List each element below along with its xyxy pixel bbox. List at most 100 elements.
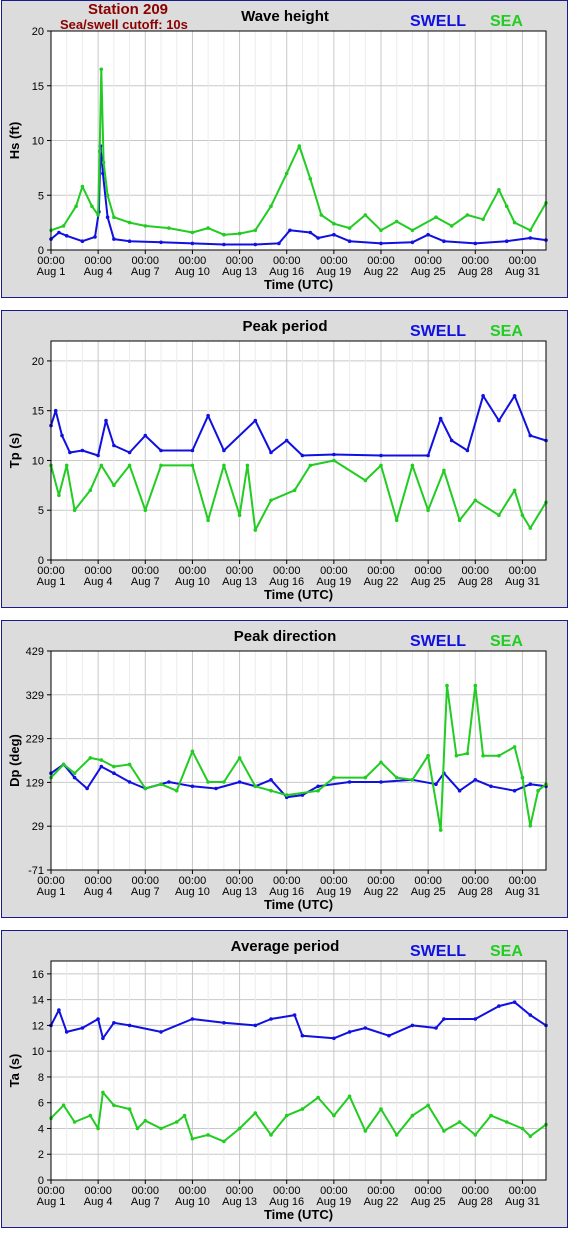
data-point-sea [536, 788, 540, 793]
data-point-sea [454, 753, 459, 758]
chart-title: Average period [231, 938, 340, 955]
peak-period-chart: 0510152000:00Aug 100:00Aug 400:00Aug 700… [7, 318, 548, 602]
data-point-sea [190, 230, 195, 235]
data-point-swell [442, 1017, 446, 1021]
data-point-sea [438, 828, 443, 832]
data-point-sea [434, 215, 438, 219]
data-point-swell [112, 443, 116, 448]
data-point-swell [190, 1017, 195, 1021]
y-axis-label: Dp (deg) [7, 734, 22, 787]
data-point-swell [387, 1033, 391, 1038]
data-point-sea [127, 762, 132, 767]
x-tick-date-label: Aug 22 [364, 266, 399, 278]
x-tick-date-label: Aug 7 [131, 1196, 160, 1208]
x-tick-date-label: Aug 13 [222, 886, 257, 898]
data-point-sea [410, 778, 415, 782]
data-point-swell [190, 784, 195, 789]
data-point-sea [88, 756, 93, 760]
data-point-sea [426, 1103, 430, 1108]
data-point-swell [159, 448, 163, 453]
x-tick-date-label: Aug 31 [505, 886, 540, 898]
data-point-sea [489, 1113, 493, 1118]
panel-peak-direction: -71 29 129 229 329 429 00:00 Aug 1 00:00 Aug 4 00:… [1, 620, 568, 918]
y-axis-label: Ta (s) [7, 1054, 22, 1088]
data-point-sea [332, 221, 336, 226]
data-point-sea [135, 1126, 140, 1131]
data-point-sea [182, 1113, 187, 1118]
x-tick-date-label: Aug 4 [84, 266, 113, 278]
x-tick-date-label: Aug 7 [131, 576, 160, 588]
data-point-swell [80, 448, 85, 453]
data-point-sea [297, 144, 302, 148]
data-point-sea [394, 775, 399, 780]
data-point-sea [379, 228, 383, 233]
data-point-sea [99, 463, 104, 468]
x-tick-date-label: Aug 4 [84, 886, 113, 898]
data-point-sea [105, 193, 110, 198]
data-point-sea [99, 67, 104, 72]
data-point-sea [269, 1133, 273, 1137]
data-point-sea [190, 1137, 195, 1141]
x-tick-date-label: Aug 7 [131, 886, 160, 898]
y-tick-label: 10 [32, 1046, 44, 1058]
data-point-swell [60, 433, 64, 438]
data-point-sea [72, 1120, 77, 1124]
data-point-sea [112, 483, 116, 488]
data-point-swell [64, 234, 69, 238]
data-point-swell [332, 452, 336, 457]
data-point-swell [528, 782, 533, 786]
data-point-sea [528, 824, 533, 828]
data-point-sea [465, 751, 470, 756]
data-point-sea [159, 782, 163, 786]
y-tick-label: 329 [26, 690, 44, 702]
data-point-swell [449, 438, 454, 443]
data-point-sea [520, 513, 525, 517]
x-tick-date-label: Aug 22 [364, 576, 399, 588]
data-point-swell [316, 784, 320, 789]
data-point-swell [68, 450, 72, 455]
x-tick-date-label: Aug 13 [222, 576, 257, 588]
data-point-swell [442, 239, 446, 243]
y-tick-label: 2 [38, 1149, 44, 1161]
data-point-sea [61, 1103, 66, 1108]
data-point-swell [379, 780, 383, 784]
data-point-swell [489, 784, 493, 789]
x-tick-date-label: Aug 1 [37, 266, 66, 278]
data-point-swell [465, 448, 470, 453]
data-point-swell [222, 242, 226, 247]
data-point-sea [512, 488, 517, 493]
x-tick-date-label: Aug 25 [411, 266, 446, 278]
data-point-sea [504, 204, 509, 208]
y-tick-label: 10 [32, 455, 44, 467]
data-point-sea [528, 526, 533, 530]
data-point-sea [101, 160, 106, 165]
data-point-sea [74, 204, 78, 208]
data-point-sea [347, 226, 352, 230]
y-axis-label: Hs (ft) [7, 122, 22, 160]
data-point-sea [159, 463, 163, 468]
data-point-swell [426, 232, 430, 237]
plot-area [51, 651, 546, 870]
data-point-swell [269, 778, 273, 782]
data-point-sea [112, 215, 116, 219]
data-point-sea [206, 518, 210, 522]
y-tick-label: 20 [32, 356, 44, 368]
x-tick-date-label: Aug 10 [175, 1196, 210, 1208]
data-point-sea [473, 1133, 478, 1137]
y-tick-label: 6 [38, 1098, 44, 1110]
data-point-sea [363, 775, 368, 780]
data-point-swell [159, 1030, 163, 1034]
data-point-sea [90, 204, 94, 208]
data-point-swell [101, 1036, 105, 1041]
data-point-sea [64, 463, 69, 468]
y-tick-label: 15 [32, 406, 44, 418]
data-point-sea [465, 213, 470, 217]
data-point-swell [127, 780, 132, 784]
data-point-sea [426, 753, 430, 758]
x-tick-date-label: Aug 10 [175, 576, 210, 588]
x-tick-date-label: Aug 28 [458, 1196, 493, 1208]
x-axis-label: Time (UTC) [264, 587, 333, 602]
data-point-swell [143, 433, 148, 438]
x-tick-date-label: Aug 25 [411, 886, 446, 898]
data-point-swell [105, 215, 110, 219]
